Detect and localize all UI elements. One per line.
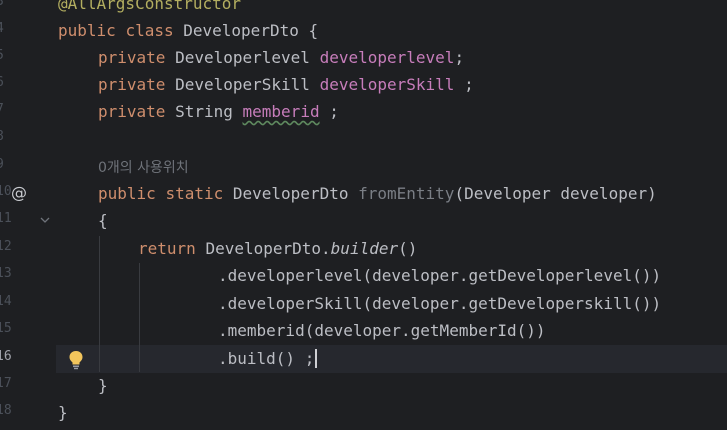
gutter-line: 15: [0, 317, 56, 344]
code-line-return[interactable]: return DeveloperDto.builder(): [138, 235, 417, 262]
keyword: return: [138, 239, 196, 258]
chevron-down-icon[interactable]: [40, 216, 50, 224]
method-chain: .memberid(developer.getMemberId()): [218, 321, 546, 340]
annotation: @AllArgsConstructor: [58, 0, 242, 13]
line-number: 12: [0, 239, 12, 254]
indent-guide: [99, 236, 100, 372]
usage-hint[interactable]: 0개의 사용위치: [98, 153, 189, 180]
parentheses: (): [398, 239, 418, 258]
indent-guide: [139, 263, 140, 372]
method-chain: .developerSkill(developer.getDevelopersk…: [218, 294, 662, 313]
punctuation: ;: [319, 102, 339, 121]
field-name: developerlevel: [319, 48, 455, 67]
punctuation: ;: [454, 75, 474, 94]
method-chain: .developerlevel(developer.getDeveloperle…: [218, 266, 662, 285]
line-number: 7: [0, 102, 4, 117]
field-name-typo: memberid: [242, 102, 320, 121]
code-line-chain-call[interactable]: .developerlevel(developer.getDeveloperle…: [218, 262, 661, 289]
code-line-brace[interactable]: }: [98, 372, 108, 399]
gutter-line: 5: [0, 44, 56, 71]
line-number: 14: [0, 294, 12, 309]
class-name: DeveloperDto {: [183, 21, 319, 40]
keyword: private: [98, 48, 166, 67]
gutter-line: 3: [0, 0, 56, 17]
code-line-chain-call[interactable]: .memberid(developer.getMemberId()): [218, 317, 546, 344]
code-line-field[interactable]: private Developerlevel developerlevel;: [98, 44, 464, 71]
code-editor[interactable]: 3 4 5 6 7 8 9 10 11 12 13 14 15 16 17 18…: [0, 0, 727, 430]
line-number: 18: [0, 403, 12, 418]
current-line-highlight: [56, 345, 727, 373]
gutter-line: 13: [0, 262, 56, 289]
code-line-method-declaration[interactable]: public static DeveloperDto fromEntity(De…: [98, 180, 657, 207]
gutter-line: 7: [0, 98, 56, 125]
method-chain: .build() ;: [218, 349, 315, 368]
code-line-field[interactable]: private DeveloperSkill developerSkill ;: [98, 71, 474, 98]
gutter-line: 17: [0, 372, 56, 399]
type-name: String: [175, 102, 243, 121]
text-caret: [315, 349, 318, 368]
keyword: static: [165, 184, 224, 203]
line-number: 17: [0, 376, 12, 391]
code-line-current[interactable]: .build() ;: [218, 345, 318, 372]
method-name: fromEntity: [358, 184, 455, 203]
code-line-brace[interactable]: {: [98, 207, 108, 234]
code-line-annotation[interactable]: @AllArgsConstructor: [58, 0, 241, 17]
keyword: private: [98, 75, 166, 94]
code-line-class-declaration[interactable]: public class DeveloperDto {: [58, 17, 318, 44]
keyword: class: [125, 21, 174, 40]
keyword: private: [98, 102, 166, 121]
field-name: developerSkill: [319, 75, 455, 94]
code-line-chain-call[interactable]: .developerSkill(developer.getDevelopersk…: [218, 290, 661, 317]
code-line-field[interactable]: private String memberid ;: [98, 98, 339, 125]
line-number: 8: [0, 129, 4, 144]
line-number: 5: [0, 48, 4, 63]
svg-text:@: @: [11, 183, 27, 202]
line-number: 6: [0, 75, 4, 90]
keyword: public: [98, 184, 156, 203]
line-number: 3: [0, 0, 4, 9]
gutter-line: 6: [0, 71, 56, 98]
line-number-current: 16: [0, 349, 12, 364]
code-line-brace[interactable]: }: [58, 399, 68, 426]
return-type: DeveloperDto: [232, 184, 359, 203]
line-number: 13: [0, 266, 12, 281]
brace: }: [98, 376, 108, 395]
editor-gutter[interactable]: 3 4 5 6 7 8 9 10 11 12 13 14 15 16 17 18…: [0, 0, 56, 430]
usage-count-label[interactable]: 0개의 사용위치: [98, 160, 189, 176]
gutter-line: 16: [0, 345, 56, 372]
lightbulb-icon[interactable]: [68, 350, 84, 370]
static-method-call: builder: [330, 239, 399, 258]
keyword: public: [58, 21, 116, 40]
gutter-line: 8: [0, 125, 56, 152]
line-number: 9: [0, 157, 4, 172]
gutter-line: 4: [0, 17, 56, 44]
line-number: 15: [0, 321, 12, 336]
type-name: Developerlevel: [175, 48, 320, 67]
gutter-line: 12: [0, 235, 56, 262]
brace: {: [98, 211, 108, 230]
type-name: DeveloperSkill: [175, 75, 320, 94]
gutter-line: 18: [0, 399, 56, 426]
line-number: 11: [0, 211, 12, 226]
implements-icon[interactable]: @: [9, 183, 29, 203]
brace: }: [58, 403, 68, 422]
punctuation: ;: [454, 48, 465, 67]
class-ref: DeveloperDto.: [205, 239, 331, 258]
gutter-line: 14: [0, 290, 56, 317]
line-number: 4: [0, 21, 4, 36]
gutter-line: 9: [0, 153, 56, 180]
parameter-list: (Developer developer): [454, 184, 657, 203]
